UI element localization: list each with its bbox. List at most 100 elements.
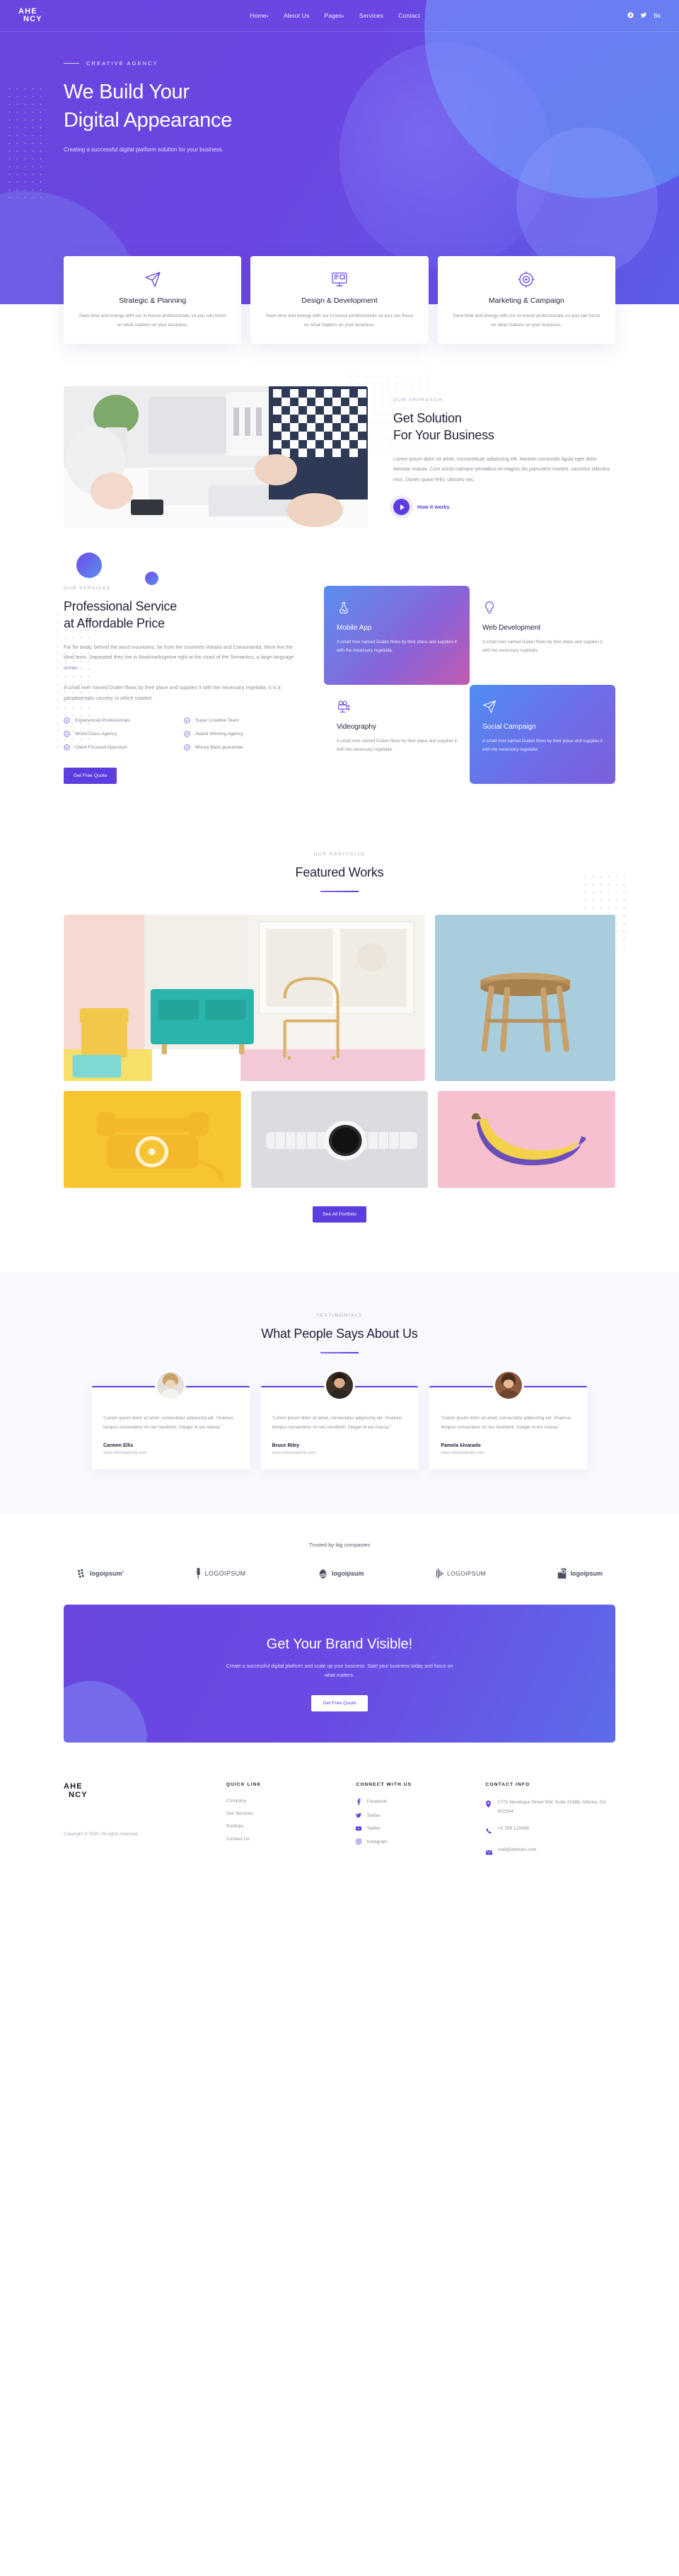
nav-item-services[interactable]: Services xyxy=(359,12,383,19)
cta-title: Get Your Brand Visible! xyxy=(266,1636,413,1652)
footer-connect-heading: CONNECT WITH US xyxy=(356,1782,412,1788)
portfolio-tile-smart-watch[interactable] xyxy=(250,1090,429,1188)
feature-card-marketing-campaign[interactable]: Marketing & Campaign Save time and energ… xyxy=(437,256,615,345)
hero-title-line-2: Digital Appearance xyxy=(64,109,233,132)
nav-item-home[interactable]: Home▾ xyxy=(250,12,269,19)
nav-item-pages[interactable]: Pages▾ xyxy=(325,12,344,19)
approach-body: Lorem ipsum dolor sit amet, consectetuer… xyxy=(393,456,610,483)
feature-card-title: Strategic & Planning xyxy=(119,296,187,305)
twitter-icon xyxy=(356,1813,362,1818)
services-title-line-2: at Affordable Price xyxy=(64,616,165,630)
testimonials-section: TESTIMONIALS What People Says About Us “… xyxy=(0,1271,679,1515)
portfolio-tile-wooden-stool[interactable] xyxy=(434,914,615,1081)
footer-social-instagram[interactable]: Instagram xyxy=(356,1839,485,1845)
services-title: Professional Service at Affordable Price xyxy=(64,599,304,633)
services-eyebrow: OUR SERVICES xyxy=(64,586,111,591)
service-card-web-development[interactable]: Web Development A small river named Dude… xyxy=(470,586,615,686)
avatar xyxy=(492,1369,524,1401)
clients-title: Trusted by big companies xyxy=(308,1542,371,1549)
facebook-icon xyxy=(356,1798,361,1806)
footer-link-our-services[interactable]: Our Services xyxy=(226,1811,356,1816)
feature-card-text: Save time and energy with our in-house p… xyxy=(79,313,226,328)
nav-label: Home xyxy=(250,12,267,19)
chevron-down-icon: ▾ xyxy=(266,15,269,19)
services-paragraph-2: A small river named Duden flows by their… xyxy=(64,685,281,701)
feature-card-text: Save time and energy with our in-house p… xyxy=(265,313,414,328)
service-card-social-campaign[interactable]: Social Campaign A small river named Dude… xyxy=(470,685,615,785)
cta-text: Create a successful digital platform and… xyxy=(226,1663,453,1679)
footer-social-facebook[interactable]: Facebook xyxy=(356,1798,485,1806)
site-logo[interactable]: AHE NCY xyxy=(18,8,42,23)
footer-social-twitter[interactable]: Twitter xyxy=(356,1813,485,1818)
check-circle-icon xyxy=(184,717,190,724)
footer-address: 1772 Nevskaya Street NW, Suite 21389, At… xyxy=(497,1800,606,1814)
logoipsum-mark-icon xyxy=(77,1569,84,1578)
checklist-item: Award Winning Agency xyxy=(184,731,304,737)
facebook-icon[interactable] xyxy=(627,11,634,20)
behance-icon[interactable]: Bē xyxy=(654,13,661,19)
approach-decor-circle-small xyxy=(145,572,158,586)
portfolio-tile-banana[interactable] xyxy=(438,1090,615,1188)
checklist-label: World-Class Agency xyxy=(75,732,117,737)
nav-label: Contact xyxy=(398,12,420,19)
footer-link-contact-us[interactable]: Contact Us xyxy=(226,1837,356,1842)
footer-social-youtube[interactable]: Twitter xyxy=(356,1826,485,1831)
eyebrow-dash xyxy=(64,62,79,64)
footer-logo[interactable]: AHE NCY xyxy=(64,1782,226,1799)
egg-wave-mark-icon xyxy=(319,1569,327,1578)
footer-link-label: Instagram xyxy=(366,1839,388,1844)
nav-item-about-us[interactable]: About Us xyxy=(284,12,310,19)
portfolio-tile-interior-room[interactable] xyxy=(64,914,425,1081)
phone-icon xyxy=(486,1825,492,1837)
check-circle-icon xyxy=(184,731,190,737)
footer-contact-heading: CONTACT INFO xyxy=(485,1782,530,1788)
client-logo-label: LOGOIPSUM xyxy=(204,1570,246,1578)
footer-link-portfolio[interactable]: Portfolio xyxy=(226,1824,356,1829)
tag-mark-icon xyxy=(558,1569,567,1579)
checklist-item: Super Creative Team xyxy=(184,717,304,724)
twitter-icon[interactable] xyxy=(640,12,647,20)
mail-icon xyxy=(485,1846,492,1859)
feature-card-design-development[interactable]: Design & Development Save time and energ… xyxy=(250,256,429,345)
services-section: OUR SERVICES Professional Service at Aff… xyxy=(54,586,615,785)
check-circle-icon xyxy=(184,744,190,751)
checklist-label: Money Back guarantee xyxy=(195,745,243,751)
client-logo-2: LOGOIPSUM xyxy=(195,1568,246,1580)
client-logo-4: LOGOIPSUM xyxy=(436,1568,486,1579)
client-logo-label: logoipsum’ xyxy=(90,1570,124,1578)
portfolio-tile-yellow-telephone[interactable] xyxy=(64,1090,241,1188)
footer-email-row[interactable]: mail@domain.com xyxy=(485,1846,615,1859)
service-card-title: Web Development xyxy=(482,624,541,633)
nav-item-contact[interactable]: Contact xyxy=(398,12,420,19)
play-icon xyxy=(393,499,410,516)
get-free-quote-button[interactable]: Get Free Quote xyxy=(64,768,117,785)
nav-label: Pages xyxy=(324,12,342,19)
video-camera-icon xyxy=(337,700,457,714)
see-all-portfolio-button[interactable]: See All Portfolio xyxy=(313,1206,366,1223)
service-card-videography[interactable]: Videography A small river named Duden fl… xyxy=(324,685,470,785)
footer-link-label: Facebook xyxy=(366,1799,388,1805)
footer-phone-row[interactable]: +1 789 123456 xyxy=(486,1825,615,1837)
service-card-text: A small river named Duden flows by their… xyxy=(482,640,603,654)
services-cards: Mobile App A small river named Duden flo… xyxy=(324,586,615,785)
footer-brand: AHE NCY Copyright © 2020. All rights res… xyxy=(64,1782,226,1866)
feature-card-strategic-planning[interactable]: Strategic & Planning Save time and energ… xyxy=(64,256,242,345)
hero-subtitle: Creating a successful digital platform s… xyxy=(64,146,224,154)
monitor-design-icon xyxy=(262,271,416,288)
service-card-mobile-app[interactable]: Mobile App A small river named Duden flo… xyxy=(324,586,470,686)
how-it-works-button[interactable]: How it works xyxy=(393,499,615,516)
feature-card-title: Design & Development xyxy=(301,296,378,305)
footer-logo-line-2: NCY xyxy=(69,1791,88,1800)
clients-section: Trusted by big companies logoipsum’ LOGO… xyxy=(64,1542,615,1580)
site-header: AHE NCY Home▾ About Us Pages▾ Services C… xyxy=(0,0,679,32)
testimonial-author: Carmen Ellis xyxy=(103,1443,134,1449)
services-text: OUR SERVICES Professional Service at Aff… xyxy=(64,586,304,785)
footer-link-company[interactable]: Company xyxy=(226,1798,356,1803)
service-card-text: A small river named Duden flows by their… xyxy=(482,739,603,753)
testimonials-grid: “Lorem ipsum dolor sit amet, consectetur… xyxy=(92,1369,588,1470)
testimonial-card: “Lorem ipsum dolor sit amet, consectetur… xyxy=(429,1369,588,1470)
bulb-icon xyxy=(482,601,603,615)
cta-get-free-quote-button[interactable]: Get Free Quote xyxy=(311,1694,368,1711)
how-it-works-label: How it works xyxy=(417,504,450,511)
testimonials-eyebrow: TESTIMONIALS xyxy=(316,1312,363,1318)
